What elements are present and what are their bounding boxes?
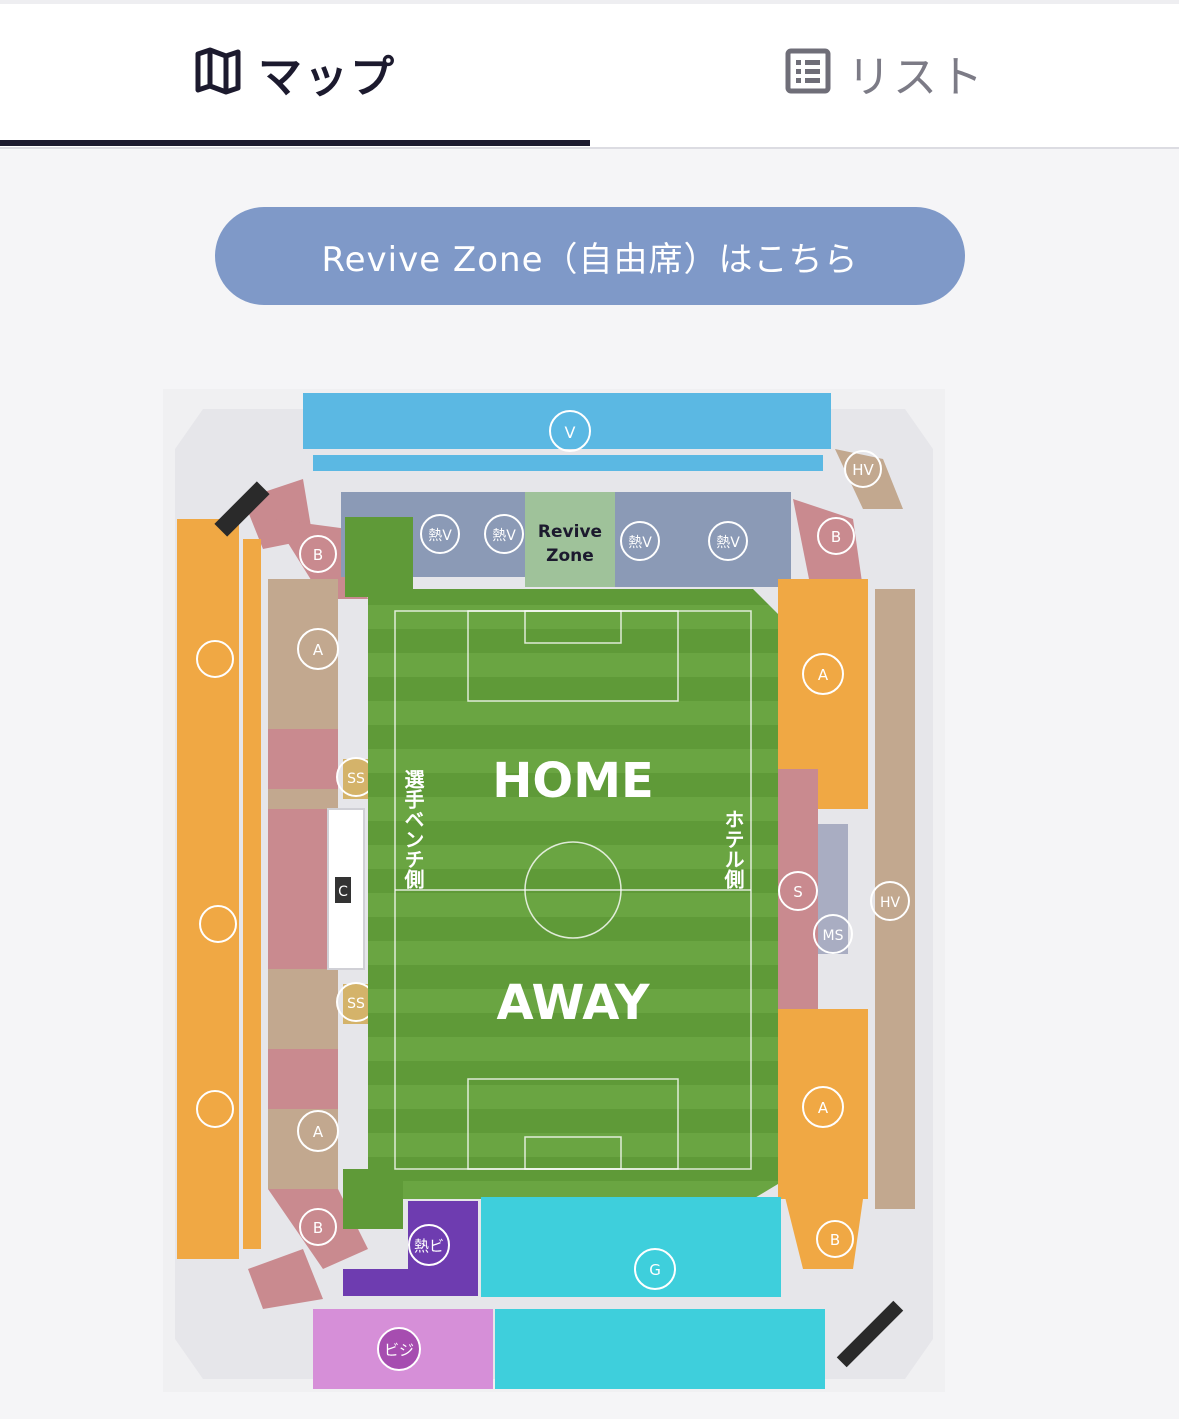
stadium-seat-map: V HV B B A A SS SS C 熱V 熱V 熱V 熱V Revive … — [163, 389, 945, 1392]
section-b-top-right-label: B — [831, 528, 841, 546]
section-g-label: G — [649, 1261, 661, 1279]
revive-zone-label-2: Zone — [546, 546, 594, 566]
revive-zone-button-label: Revive Zone（自由席）はこちら — [321, 239, 859, 280]
home-label: HOME — [492, 753, 654, 809]
section-a-right-lower-label: A — [818, 1099, 829, 1117]
section-netsu-v-1-label: 熱V — [428, 528, 452, 544]
section-hv-top-label: HV — [852, 461, 874, 479]
section-v-label: V — [565, 423, 576, 442]
bench-side-label: 選手ベンチ側 — [401, 769, 425, 889]
section-v[interactable]: V — [303, 393, 831, 471]
section-ss-lower-label: SS — [347, 996, 365, 1012]
section-netsu-bi-label: 熱ビ — [414, 1237, 444, 1255]
active-tab-indicator — [0, 140, 590, 146]
section-hv-right-label: HV — [880, 895, 901, 911]
section-a-left-outer[interactable] — [177, 519, 261, 1259]
section-bizi-label: ビジ — [384, 1341, 414, 1359]
away-label: AWAY — [496, 975, 650, 1031]
section-bizi[interactable]: ビジ — [313, 1309, 493, 1389]
revive-zone-button[interactable]: Revive Zone（自由席）はこちら — [215, 207, 965, 305]
section-a-left-upper-label: A — [313, 641, 324, 659]
section-ms-label: MS — [823, 928, 844, 944]
section-b-top-left-label: B — [313, 546, 323, 564]
hotel-side-label: ホテル側 — [721, 809, 745, 889]
tab-list-label: リスト — [847, 51, 985, 103]
section-netsu-v-4-label: 熱V — [716, 535, 740, 551]
pitch: HOME AWAY 選手ベンチ側 ホテル側 — [343, 517, 778, 1229]
section-a-left-lower-label: A — [313, 1123, 324, 1141]
section-c-label: C — [338, 884, 348, 900]
section-netsu-v-3-label: 熱V — [628, 535, 652, 551]
section-s-label: S — [793, 883, 803, 901]
section-c[interactable]: C — [327, 808, 365, 970]
map-icon — [194, 46, 242, 100]
list-icon — [785, 48, 831, 98]
tab-map-label: マップ — [258, 51, 396, 103]
section-bottom-away[interactable] — [495, 1309, 825, 1389]
view-tabs: マップ リスト — [0, 0, 1179, 149]
section-a-right-upper-label: A — [818, 666, 829, 684]
section-revive-zone[interactable]: Revive Zone — [525, 492, 615, 587]
tab-map[interactable]: マップ — [0, 0, 590, 145]
section-netsu-v-2-label: 熱V — [492, 528, 516, 544]
section-b-bottom-right-label: B — [830, 1231, 840, 1249]
tab-list[interactable]: リスト — [590, 0, 1179, 145]
revive-zone-label-1: Revive — [538, 522, 602, 542]
section-ms[interactable]: MS — [813, 824, 853, 954]
section-b-bottom-left-label: B — [313, 1219, 323, 1237]
section-ss-upper-label: SS — [347, 771, 365, 787]
section-g[interactable]: G — [481, 1197, 781, 1297]
